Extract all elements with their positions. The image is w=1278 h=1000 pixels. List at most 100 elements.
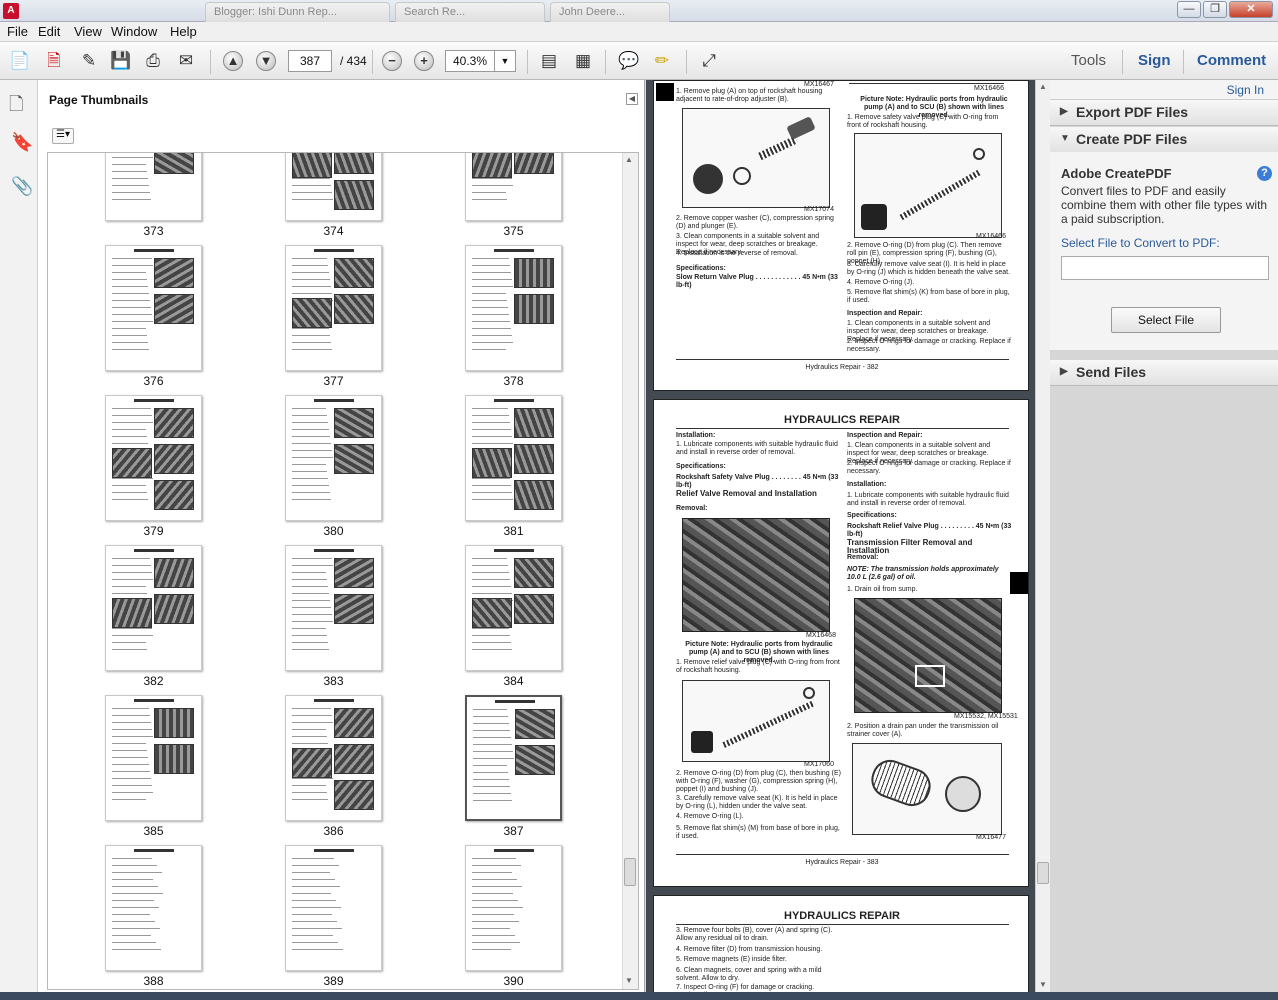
page-thumbnail[interactable]: [285, 395, 382, 521]
options-menu-icon[interactable]: ☰▾: [52, 128, 74, 144]
save-icon[interactable]: 💾: [109, 49, 133, 73]
create-pdf-section[interactable]: ▼ Create PDF Files: [1050, 127, 1278, 153]
page-thumbnail[interactable]: [285, 695, 382, 821]
zoom-input[interactable]: 40.3%: [445, 50, 495, 72]
toolbar-separator: [1183, 50, 1184, 74]
maximize-button[interactable]: ❐: [1203, 1, 1227, 18]
spec-text: Rockshaft Relief Valve Plug . . . . . . …: [847, 523, 1012, 538]
page-thumbnail[interactable]: [465, 395, 562, 521]
sign-in-link[interactable]: Sign In: [1227, 83, 1264, 97]
thumbnail-page-number: 388: [143, 974, 164, 988]
scroll-up-icon[interactable]: ▲: [1039, 82, 1047, 91]
step-text: 2. Inspect O-rings for damage or crackin…: [847, 460, 1011, 475]
close-button[interactable]: ✕: [1229, 1, 1273, 18]
section-label: Installation:: [676, 432, 716, 439]
page-thumbnail[interactable]: [285, 845, 382, 971]
menu-window[interactable]: Window: [111, 24, 157, 39]
thumbnail-scrollbar[interactable]: ▲ ▼: [622, 153, 638, 989]
previous-page-icon[interactable]: ▲: [223, 51, 243, 71]
bookmark-icon[interactable]: 🔖: [11, 132, 33, 153]
page-thumbnail[interactable]: [465, 695, 562, 821]
zoom-dropdown-icon[interactable]: ▼: [494, 50, 516, 72]
attachment-icon[interactable]: 📎: [11, 176, 33, 197]
comment-button[interactable]: Comment: [1197, 52, 1266, 69]
page-thumbnail[interactable]: [465, 845, 562, 971]
file-path-input[interactable]: [1061, 256, 1269, 280]
export-pdf-section[interactable]: ▶ Export PDF Files: [1050, 100, 1278, 126]
pdf-icon[interactable]: 🗎: [42, 49, 66, 73]
page-thumbnails-icon[interactable]: 🗋: [9, 92, 23, 122]
page-thumbnail[interactable]: [105, 395, 202, 521]
spec-label: Specifications:: [847, 512, 897, 519]
print-icon[interactable]: ⎙: [141, 49, 165, 73]
fit-page-icon[interactable]: ▤: [537, 49, 561, 73]
page-thumbnail[interactable]: [105, 695, 202, 821]
scroll-down-icon[interactable]: ▼: [625, 976, 633, 985]
page-thumbnail[interactable]: [285, 153, 382, 221]
help-icon[interactable]: ?: [1257, 166, 1272, 181]
page-thumbnail[interactable]: [285, 245, 382, 371]
email-icon[interactable]: ✉: [174, 49, 198, 73]
page-thumbnail[interactable]: [465, 545, 562, 671]
send-files-section[interactable]: ▶ Send Files: [1050, 360, 1278, 386]
browser-tab: John Deere...: [550, 2, 670, 22]
toolbar-separator: [372, 50, 373, 74]
scroll-up-icon[interactable]: ▲: [625, 155, 633, 164]
toolbar-separator: [527, 50, 528, 74]
next-page-icon[interactable]: ▼: [256, 51, 276, 71]
tools-button[interactable]: Tools: [1071, 52, 1106, 69]
title-rule: [676, 428, 1009, 429]
thumbnail-page-number: 378: [503, 374, 524, 388]
page-thumbnail[interactable]: [105, 153, 202, 221]
page-thumbnail[interactable]: [105, 845, 202, 971]
menu-file[interactable]: File: [7, 24, 28, 39]
create-pdf-icon[interactable]: 📄: [8, 49, 32, 73]
page-number-input[interactable]: 387: [288, 50, 332, 72]
note-text: NOTE: The transmission holds approximate…: [847, 566, 999, 581]
filter-diagram: [852, 743, 1002, 835]
menu-help[interactable]: Help: [170, 24, 197, 39]
sign-button[interactable]: Sign: [1138, 52, 1171, 69]
section-title: Send Files: [1076, 364, 1147, 380]
comment-icon[interactable]: 💬: [617, 49, 641, 73]
pdf-page: HYDRAULICS REPAIR Installation: 1. Lubri…: [653, 399, 1029, 887]
scrollbar-thumb[interactable]: [624, 858, 636, 886]
menu-edit[interactable]: Edit: [38, 24, 60, 39]
page-title: HYDRAULICS REPAIR: [784, 910, 900, 922]
edit-pdf-icon[interactable]: ✎: [77, 49, 101, 73]
section-heading: Transmission Filter Removal and Installa…: [847, 538, 973, 555]
highlight-icon[interactable]: ✏: [650, 49, 674, 73]
zoom-in-icon[interactable]: +: [414, 51, 434, 71]
fit-width-icon[interactable]: ▦: [571, 49, 595, 73]
thumbnail-page-number: 387: [503, 824, 524, 838]
thumbnail-page-number: 375: [503, 224, 524, 238]
page-thumbnail[interactable]: [285, 545, 382, 671]
toolbar-separator: [605, 50, 606, 74]
scrollbar-thumb[interactable]: [1037, 862, 1049, 884]
collapsed-arrow-icon: ▶: [1060, 366, 1068, 377]
select-file-button[interactable]: Select File: [1111, 307, 1221, 333]
step-text: 4. Remove filter (D) from transmission h…: [676, 946, 823, 953]
figure-edge: [849, 83, 1004, 84]
figure-tag: MX17060: [804, 761, 834, 768]
figure-tag: MX15532, MX15531: [954, 713, 1018, 720]
collapse-panel-icon[interactable]: ◀: [626, 93, 638, 105]
page-thumbnail[interactable]: [465, 153, 562, 221]
spec-text: Rockshaft Safety Valve Plug . . . . . . …: [676, 474, 839, 489]
spec-label: Specifications:: [676, 265, 726, 272]
figure-tag: MX16466: [974, 85, 1004, 92]
step-text: 4. Installation is the reverse of remova…: [676, 250, 798, 257]
thumbnail-grid: 373 374 375 376 377 378 379 380 381 382 383 384 385 3…: [47, 152, 639, 990]
scroll-down-icon[interactable]: ▼: [1039, 980, 1047, 989]
step-text: 3. Remove four bolts (B), cover (A) and …: [676, 927, 833, 942]
page-thumbnail[interactable]: [105, 245, 202, 371]
fullscreen-icon[interactable]: ⤢: [697, 49, 721, 73]
pdf-page: MX16467 MX16466 1. Remove plug (A) on to…: [653, 80, 1029, 391]
minimize-button[interactable]: —: [1177, 1, 1201, 18]
figure-tag: MX16468: [806, 632, 836, 639]
page-thumbnail[interactable]: [105, 545, 202, 671]
page-thumbnail[interactable]: [465, 245, 562, 371]
zoom-out-icon[interactable]: −: [382, 51, 402, 71]
menu-view[interactable]: View: [74, 24, 102, 39]
document-scrollbar[interactable]: ▲ ▼: [1035, 80, 1050, 1000]
